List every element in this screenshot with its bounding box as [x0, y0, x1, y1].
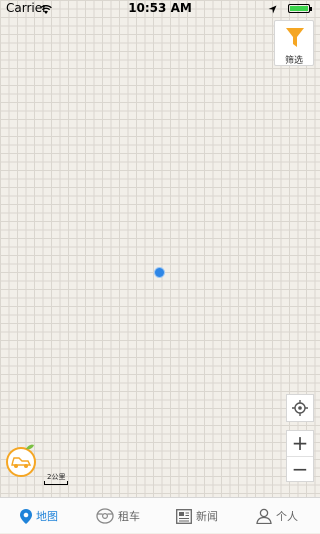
locate-button[interactable] [286, 394, 314, 422]
tab-rent[interactable]: 租车 [96, 498, 140, 534]
map-pin-icon [20, 508, 32, 524]
news-icon [176, 508, 192, 524]
tab-rent-label: 租车 [118, 510, 140, 523]
zoom-in-button[interactable]: + [287, 431, 313, 457]
battery-level [290, 6, 308, 11]
zoom-controls: + − [286, 430, 314, 482]
tab-bar: 地图 租车 新闻 个人 [0, 497, 320, 533]
crosshair-icon [292, 400, 308, 416]
tab-map[interactable]: 地图 [20, 498, 58, 534]
tab-me[interactable]: 个人 [256, 498, 298, 534]
funnel-icon [286, 28, 304, 47]
tab-me-label: 个人 [276, 510, 298, 523]
filter-label: 筛选 [284, 56, 303, 66]
tab-news[interactable]: 新闻 [176, 498, 218, 534]
map-canvas[interactable] [0, 0, 320, 497]
steering-wheel-icon [96, 508, 114, 524]
user-location-dot [155, 268, 164, 277]
scale-bar [44, 481, 68, 485]
tab-map-label: 地图 [36, 510, 58, 523]
battery-icon [288, 4, 312, 13]
location-arrow-icon [268, 3, 277, 17]
tab-news-label: 新闻 [196, 510, 218, 523]
filter-button[interactable]: 筛选 [274, 20, 314, 66]
zoom-out-button[interactable]: − [287, 457, 313, 482]
app-logo-icon[interactable] [4, 441, 40, 477]
person-icon [256, 508, 272, 524]
map-scale: 2公里 [44, 472, 74, 486]
status-bar: Carrier 10:53 AM [0, 0, 320, 18]
